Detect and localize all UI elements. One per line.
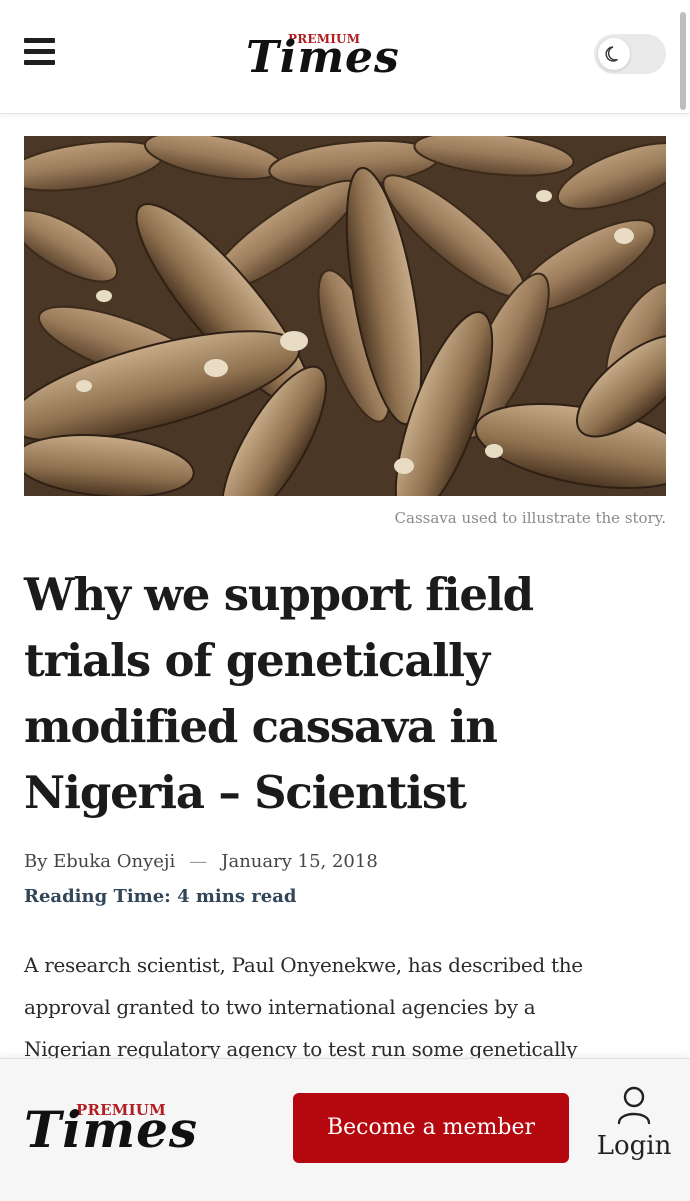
cassava-photo — [24, 136, 666, 496]
reading-time: Reading Time: 4 mins read — [24, 886, 296, 907]
reading-time-label: Reading Time: — [24, 886, 171, 907]
body-line: approval granted to two international ag… — [24, 995, 536, 1019]
headline-line: Nigeria – Scientist — [24, 766, 467, 819]
become-member-button[interactable]: Become a member — [293, 1093, 569, 1163]
image-caption: Cassava used to illustrate the story. — [394, 509, 666, 527]
logo-times-text: Times — [24, 1100, 199, 1159]
moon-icon — [605, 46, 618, 62]
byline-separator: — — [189, 851, 208, 872]
bottom-membership-bar: PREMIUM Times Become a member Login — [0, 1058, 690, 1201]
reading-time-value: 4 mins read — [177, 886, 297, 907]
author-link[interactable]: Ebuka Onyeji — [53, 851, 175, 872]
publish-date: January 15, 2018 — [221, 851, 378, 872]
hamburger-menu-icon[interactable] — [24, 38, 55, 66]
premium-times-logo[interactable]: PREMIUM Times — [244, 28, 414, 84]
headline-line: Why we support field — [24, 568, 534, 621]
hero-image — [24, 136, 666, 496]
toggle-knob — [598, 38, 630, 70]
article-headline: Why we support field trials of genetical… — [24, 562, 664, 826]
byline-prefix: By — [24, 851, 48, 872]
top-header: PREMIUM Times — [0, 0, 690, 114]
user-icon — [617, 1086, 651, 1125]
body-line: A research scientist, Paul Onyenekwe, ha… — [24, 953, 583, 977]
scrollbar[interactable] — [680, 12, 686, 110]
article-body: A research scientist, Paul Onyenekwe, ha… — [24, 944, 666, 1070]
footer-premium-times-logo[interactable]: PREMIUM Times — [24, 1097, 214, 1161]
headline-line: modified cassava in — [24, 700, 498, 753]
login-label: Login — [596, 1131, 672, 1161]
logo-times-text: Times — [246, 32, 400, 83]
login-button[interactable]: Login — [592, 1085, 676, 1175]
byline: By Ebuka Onyeji — January 15, 2018 — [24, 851, 378, 872]
dark-mode-toggle[interactable] — [594, 34, 666, 74]
headline-line: trials of genetically — [24, 634, 490, 687]
